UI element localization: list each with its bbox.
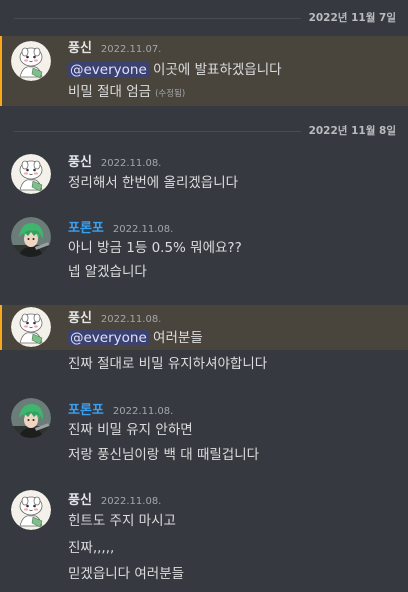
message-text: 이곳에 발표하겠읍니다 [148, 62, 282, 78]
message-continuation[interactable]: 진짜 절대로 비밀 유지하셔야합니다 [0, 350, 408, 376]
green-hair-character-avatar-icon[interactable] [11, 398, 51, 438]
message-text: 힌트도 주지 마시고 [68, 513, 176, 529]
message-group[interactable]: 풍신 2022.11.07. @everyone 이곳에 발표하겠읍니다 비밀 절… [0, 36, 408, 106]
username[interactable]: 포론포 [68, 403, 104, 418]
message-line: @everyone 이곳에 발표하겠읍니다 [68, 60, 282, 80]
timestamp: 2022.11.08. [100, 158, 162, 169]
message-group[interactable]: 포론포 2022.11.08. 아니 방금 1등 0.5% 뭐에요?? 넵 알겠습… [0, 216, 408, 286]
message-line: 진짜 비밀 유지 안하면 [68, 420, 193, 440]
timestamp: 2022.11.08. [100, 496, 162, 507]
message-line: 저랑 풍신님이랑 백 대 때릴겁니다 [68, 445, 259, 465]
white-creature-avatar-icon[interactable] [11, 307, 51, 347]
message-line: 진짜,,,,, [68, 538, 114, 558]
message-text: 진짜,,,,, [68, 540, 115, 556]
edited-label: (수정됨) [155, 89, 186, 99]
message-group[interactable]: 풍신 2022.11.08. 정리해서 한번에 올리겠읍니다 [0, 150, 408, 198]
message-text: 넵 알겠습니다 [68, 264, 147, 280]
username[interactable]: 풍신 [68, 493, 92, 508]
message-group[interactable]: 포론포 2022.11.08. 진짜 비밀 유지 안하면 저랑 풍신님이랑 백 대… [0, 396, 408, 468]
everyone-mention[interactable]: @everyone [68, 62, 149, 78]
message-text: 믿겠읍니다 여러분들 [68, 566, 185, 582]
message-header: 포론포 2022.11.08. [68, 399, 174, 418]
timestamp: 2022.11.08. [100, 314, 162, 325]
message-text: 아니 방금 1등 0.5% 뭐에요?? [68, 240, 242, 256]
message-header: 풍신 2022.11.08. [68, 307, 162, 326]
timestamp: 2022.11.07. [100, 44, 162, 55]
timestamp: 2022.11.08. [112, 224, 174, 235]
message-header: 풍신 2022.11.08. [68, 489, 162, 508]
message-line: @everyone 여러분들 [68, 328, 203, 348]
message-line: 믿겠읍니다 여러분들 [68, 564, 184, 584]
message-line: 힌트도 주지 마시고 [68, 511, 176, 531]
message-text: 저랑 풍신님이랑 백 대 때릴겁니다 [68, 447, 260, 463]
white-creature-avatar-icon[interactable] [11, 154, 51, 194]
message-header: 풍신 2022.11.07. [68, 37, 162, 56]
message-header: 풍신 2022.11.08. [68, 151, 162, 170]
message-line: 비밀 절대 엄금 (수정됨) [68, 82, 185, 104]
date-divider: 2022년 11월 7일 [14, 11, 396, 25]
message-line: 정리해서 한번에 올리겠읍니다 [68, 173, 238, 193]
message-line: 아니 방금 1등 0.5% 뭐에요?? [68, 238, 242, 258]
username[interactable]: 풍신 [68, 155, 92, 170]
chat-messages[interactable]: 2022년 11월 7일 풍신 2022.11.07. @everyone 이곳에… [0, 0, 408, 592]
green-hair-character-avatar-icon[interactable] [11, 217, 51, 257]
message-text: 진짜 절대로 비밀 유지하셔야합니다 [68, 356, 268, 372]
white-creature-avatar-icon[interactable] [11, 490, 51, 530]
everyone-mention[interactable]: @everyone [68, 330, 149, 346]
message-line: 넵 알겠습니다 [68, 262, 147, 282]
message-text: 진짜 비밀 유지 안하면 [68, 422, 193, 438]
message-line: 진짜 절대로 비밀 유지하셔야합니다 [68, 354, 267, 374]
message-text: 정리해서 한번에 올리겠읍니다 [68, 175, 239, 191]
message-text: 비밀 절대 엄금 [68, 84, 152, 100]
date-divider: 2022년 11월 8일 [14, 124, 396, 138]
timestamp: 2022.11.08. [112, 406, 174, 417]
divider-date: 2022년 11월 8일 [300, 124, 396, 138]
message-group[interactable]: 풍신 2022.11.08. 힌트도 주지 마시고 진짜,,,,, 믿겠읍니다 여… [0, 486, 408, 592]
username[interactable]: 풍신 [68, 41, 92, 56]
divider-date: 2022년 11월 7일 [300, 11, 396, 25]
username[interactable]: 포론포 [68, 221, 104, 236]
message-text: 여러분들 [148, 330, 203, 346]
message-group[interactable]: 풍신 2022.11.08. @everyone 여러분들 [0, 305, 408, 350]
white-creature-avatar-icon[interactable] [11, 41, 51, 81]
username[interactable]: 풍신 [68, 311, 92, 326]
message-header: 포론포 2022.11.08. [68, 217, 174, 236]
